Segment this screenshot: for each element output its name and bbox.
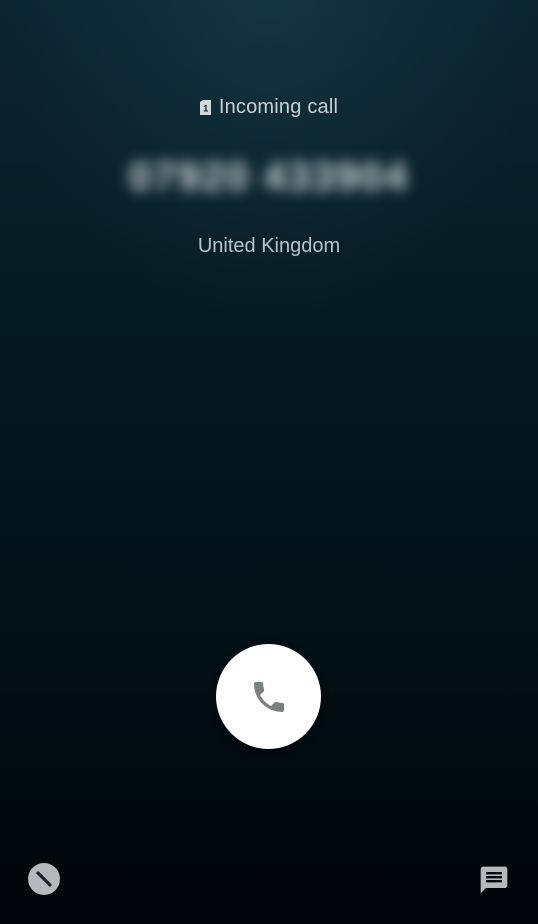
phone-icon — [253, 681, 284, 712]
caller-location: United Kingdom — [197, 235, 341, 257]
decline-call-button[interactable] — [28, 863, 60, 895]
block-icon — [36, 871, 52, 887]
incoming-call-label: Incoming call — [218, 96, 339, 118]
sim-card-icon: 1 — [199, 100, 211, 115]
sim-slot-number: 1 — [203, 104, 208, 114]
caller-number: 07920 433904 — [129, 155, 409, 199]
reply-with-message-button[interactable] — [478, 864, 510, 896]
message-icon — [480, 866, 508, 894]
call-status-header: 1 Incoming call — [0, 96, 538, 119]
answer-call-button[interactable] — [216, 644, 321, 749]
